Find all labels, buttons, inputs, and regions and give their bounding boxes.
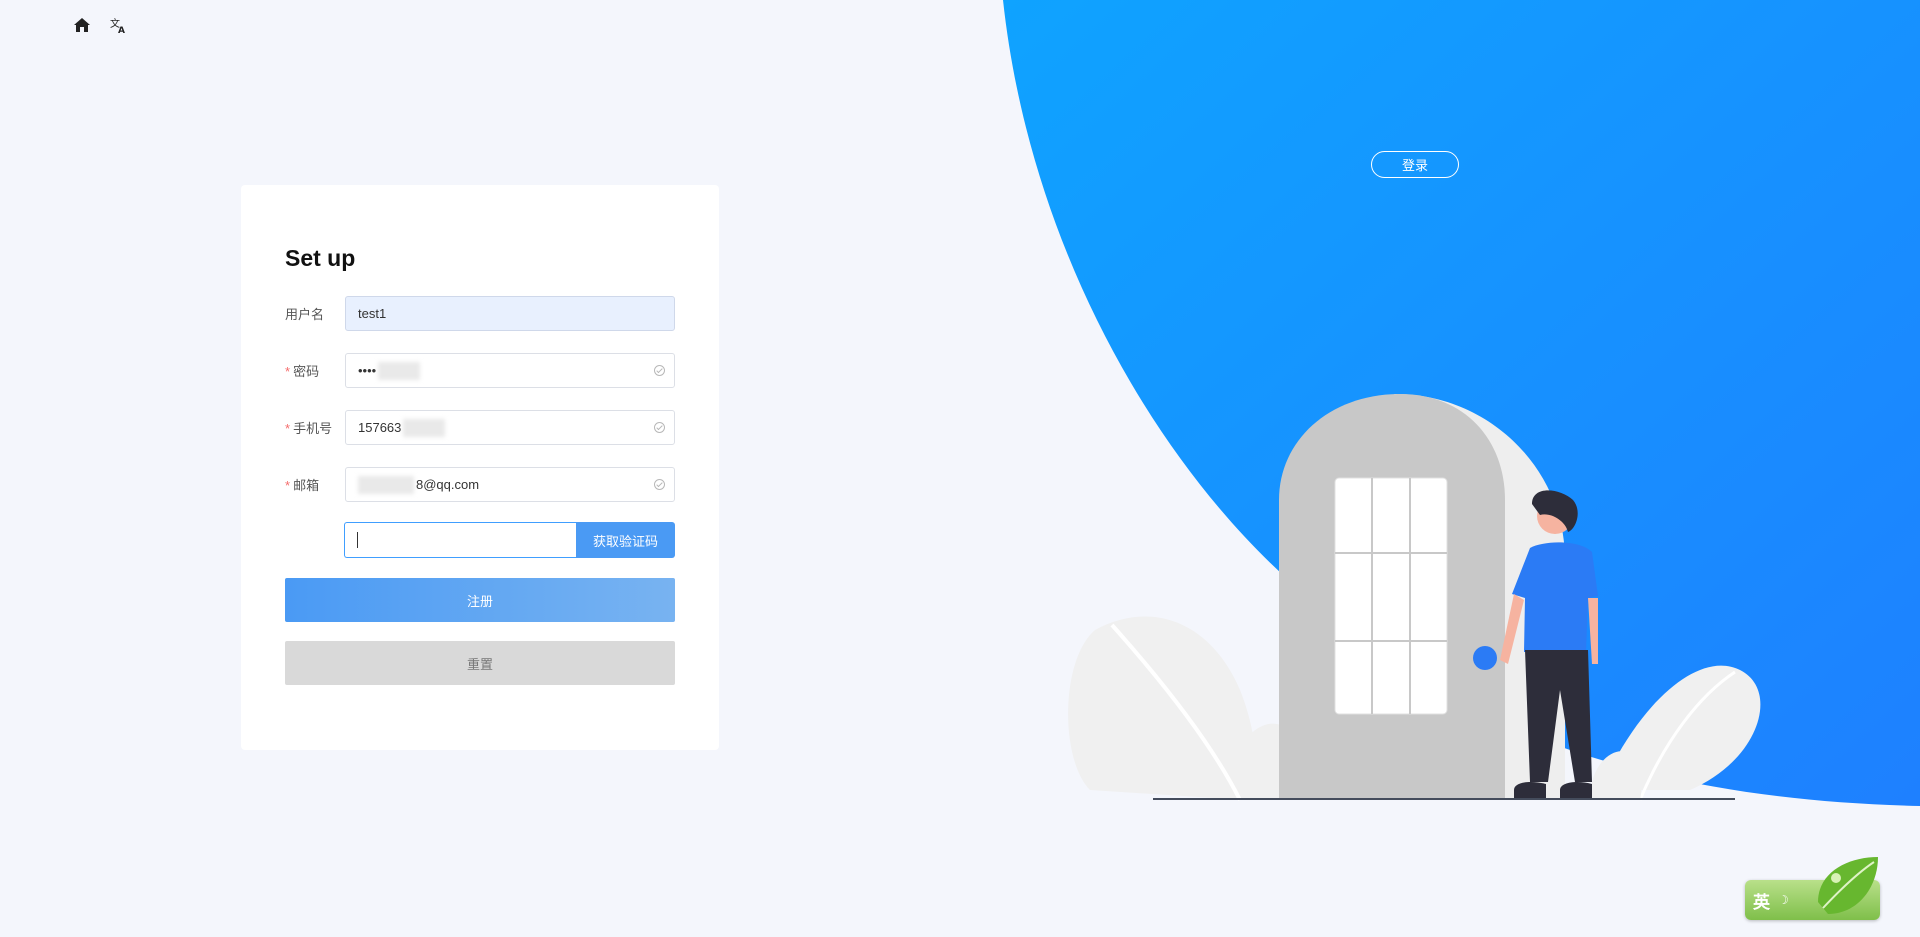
plant-left [1068, 616, 1295, 801]
home-icon[interactable] [72, 14, 92, 36]
password-label: * 密码 [285, 364, 320, 379]
verification-row: 获取验证码 [344, 522, 675, 558]
valid-check-icon [654, 479, 665, 490]
email-value: 8@qq.com [416, 477, 480, 492]
phone-row: * 手机号 157663 [285, 409, 675, 446]
username-input[interactable]: test1 [345, 296, 675, 331]
form-title: Set up [285, 245, 356, 271]
redacted-blur [378, 361, 421, 380]
username-value: test1 [358, 306, 387, 321]
phone-input[interactable]: 157663 [345, 410, 675, 445]
login-button[interactable]: 登录 [1371, 151, 1459, 178]
username-label: 用户名 [285, 307, 325, 322]
ime-language-label: 英 [1753, 892, 1770, 912]
phone-value: 157663 [358, 420, 402, 435]
person-figure [1473, 490, 1598, 798]
password-value: •••• [358, 363, 377, 378]
email-row: * 邮箱 8@qq.com [285, 466, 675, 503]
leaf-icon [1818, 857, 1878, 914]
password-row: * 密码 •••• [285, 352, 675, 389]
valid-check-icon [654, 365, 665, 376]
text-caret [357, 532, 358, 548]
svg-text:A: A [118, 26, 125, 34]
redacted-blur [358, 475, 414, 494]
valid-check-icon [654, 422, 665, 433]
redacted-blur [403, 418, 446, 437]
register-card: Set up 用户名 test1 * 密码 •••• * 手机号 157663 * 邮… [241, 185, 719, 750]
email-input[interactable]: 8@qq.com [345, 467, 675, 502]
plant-right [1590, 665, 1761, 801]
blue-wave-shape [1003, 0, 1920, 806]
register-button[interactable]: 注册 [285, 578, 675, 622]
door-building [1279, 394, 1565, 800]
verification-code-input[interactable] [344, 522, 576, 558]
password-input[interactable]: •••• [345, 353, 675, 388]
reset-button[interactable]: 重置 [285, 641, 675, 685]
translate-icon[interactable]: 文 A [108, 14, 128, 36]
username-row: 用户名 test1 [285, 295, 675, 332]
get-code-button[interactable]: 获取验证码 [576, 522, 675, 558]
ime-moon-icon: ☽ [1778, 893, 1789, 907]
email-label: * 邮箱 [285, 478, 320, 493]
phone-label: * 手机号 [285, 421, 333, 436]
top-toolbar: 文 A [72, 14, 128, 36]
